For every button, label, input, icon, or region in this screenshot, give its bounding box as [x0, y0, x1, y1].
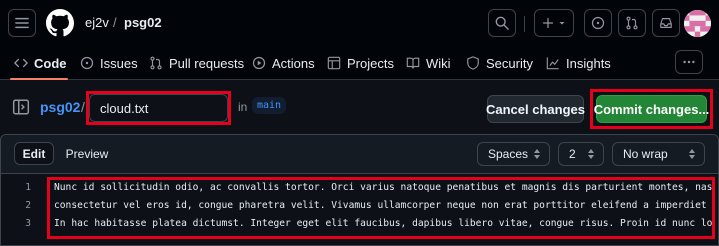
wrap-mode-select[interactable]: No wrap: [612, 142, 705, 166]
tab-edit-label: Edit: [22, 146, 46, 161]
tab-pull-requests-label: Pull requests: [169, 55, 245, 71]
tab-wiki[interactable]: Wiki: [406, 48, 451, 78]
path-repo-link[interactable]: psg02: [40, 99, 80, 115]
tab-actions-label: Actions: [272, 55, 315, 71]
hamburger-icon: [15, 17, 29, 29]
book-icon: [406, 57, 420, 69]
tab-preview[interactable]: Preview: [58, 142, 116, 165]
tab-issues-label: Issues: [100, 55, 138, 71]
tab-wiki-label: Wiki: [426, 55, 451, 71]
select-arrows-icon: [588, 149, 594, 159]
tab-security[interactable]: Security: [466, 48, 533, 78]
menu-button[interactable]: [8, 9, 36, 37]
github-mark-icon: [46, 9, 74, 37]
cancel-changes-button[interactable]: Cancel changes: [486, 95, 585, 123]
play-icon: [252, 56, 266, 70]
issue-opened-icon: [591, 16, 605, 30]
tab-security-label: Security: [486, 55, 533, 71]
kebab-horizontal-icon: [683, 60, 695, 64]
code-line: consectetur vel eros id, congue pharetra…: [54, 200, 714, 211]
indent-size-select[interactable]: 2: [558, 142, 604, 166]
tab-actions[interactable]: Actions: [252, 48, 315, 78]
tab-edit[interactable]: Edit: [14, 142, 54, 165]
tab-insights-label: Insights: [566, 55, 611, 71]
select-arrows-icon: [689, 149, 695, 159]
indent-mode-select[interactable]: Spaces: [477, 142, 550, 166]
code-icon: [14, 58, 28, 68]
code-line: Nunc id sollicitudin odio, ac convallis …: [54, 182, 714, 193]
branch-badge: main: [252, 97, 287, 114]
tab-code-label: Code: [34, 55, 67, 71]
indent-mode-value: Spaces: [488, 147, 529, 161]
code-line: In hac habitasse platea dictumst. Intege…: [54, 218, 714, 229]
line-number: 2: [25, 200, 31, 211]
commit-changes-button[interactable]: Commit changes...: [593, 95, 710, 123]
search-button[interactable]: [488, 9, 516, 37]
cancel-changes-label: Cancel changes: [486, 101, 585, 117]
pull-request-icon: [150, 56, 162, 70]
header-divider: [524, 16, 525, 32]
pull-requests-button[interactable]: [618, 9, 646, 37]
inbox-button[interactable]: [652, 9, 680, 37]
issue-icon: [80, 56, 94, 70]
tab-projects-label: Projects: [347, 55, 394, 71]
line-number: 3: [25, 218, 31, 229]
graph-icon: [546, 57, 559, 70]
plus-icon: [542, 17, 554, 29]
filename-value: cloud.txt: [100, 101, 149, 116]
tab-projects[interactable]: Projects: [327, 48, 394, 78]
search-icon: [495, 16, 509, 30]
create-new-button[interactable]: [534, 9, 574, 37]
tab-pull-requests[interactable]: Pull requests: [149, 48, 244, 78]
identicon-icon: [684, 10, 711, 37]
tab-insights[interactable]: Insights: [546, 48, 611, 78]
more-tabs-button[interactable]: [675, 50, 703, 74]
inbox-icon: [660, 18, 672, 28]
tab-code-underline: [10, 78, 68, 80]
tab-preview-label: Preview: [65, 146, 109, 161]
filename-input[interactable]: cloud.txt: [89, 94, 228, 122]
issues-button[interactable]: [584, 9, 612, 37]
git-pull-request-icon: [626, 16, 638, 30]
shield-icon: [467, 56, 479, 70]
repo-link[interactable]: psg02: [124, 15, 162, 30]
indent-size-value: 2: [569, 147, 576, 161]
code-editor[interactable]: 1 Nunc id sollicitudin odio, ac convalli…: [1, 175, 718, 246]
path-separator: /: [81, 99, 85, 115]
github-logo[interactable]: [46, 9, 74, 37]
tab-issues[interactable]: Issues: [80, 48, 138, 78]
in-label: in: [238, 100, 248, 114]
table-icon: [327, 56, 341, 70]
line-number: 1: [25, 182, 31, 193]
wrap-mode-value: No wrap: [623, 147, 668, 161]
breadcrumb-separator: /: [113, 15, 117, 30]
sidebar-expand-icon: [12, 99, 30, 115]
select-arrows-icon: [534, 149, 540, 159]
triangle-down-icon: [559, 22, 565, 25]
owner-link[interactable]: ej2v: [85, 15, 109, 30]
commit-changes-label: Commit changes...: [593, 101, 710, 117]
file-tree-toggle[interactable]: [12, 98, 30, 116]
avatar[interactable]: [684, 10, 711, 37]
tab-code[interactable]: Code: [14, 48, 67, 78]
